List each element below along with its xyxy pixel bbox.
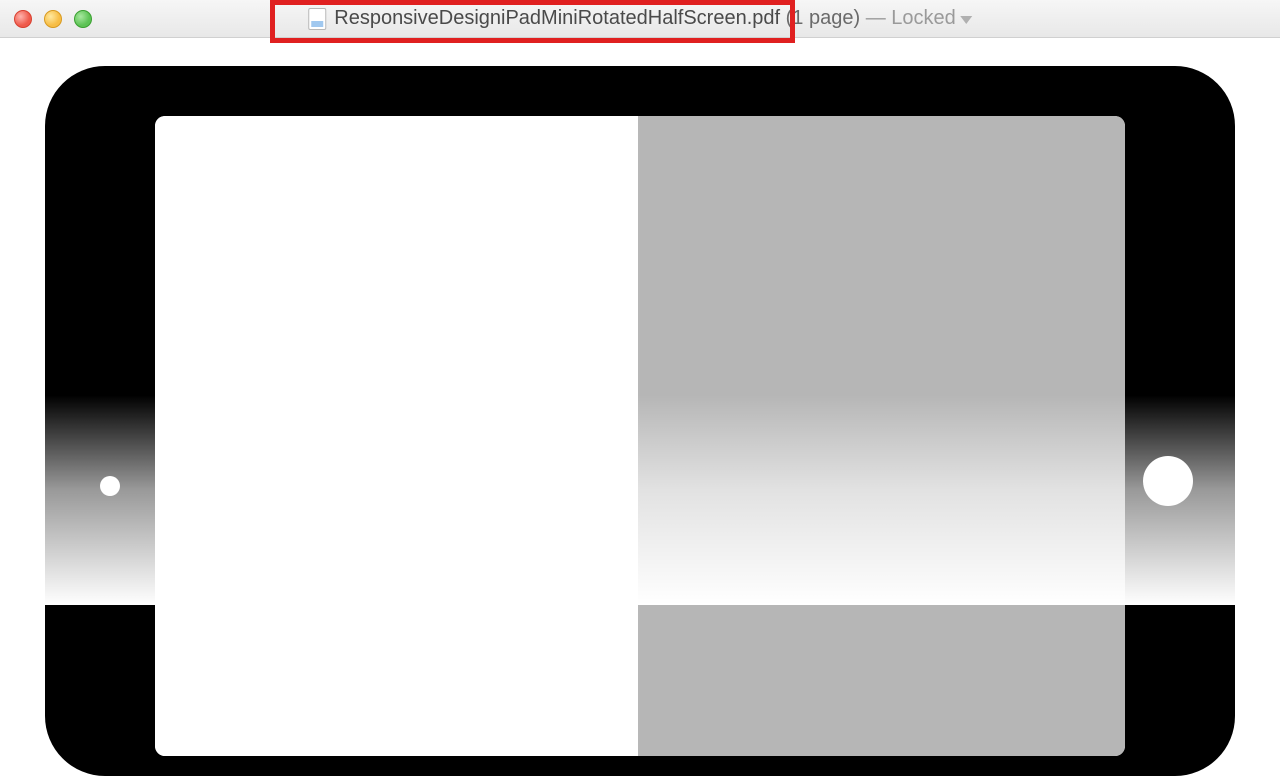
maximize-window-button[interactable]	[74, 10, 92, 28]
split-screen-left-pane	[155, 116, 640, 756]
locked-label: Locked	[891, 7, 956, 30]
chevron-down-icon	[960, 16, 972, 24]
page-count: (1 page)	[786, 7, 861, 29]
filename-extension: .pdf	[747, 7, 780, 29]
ipad-screen	[155, 116, 1125, 756]
title-separator: —	[866, 7, 886, 29]
ipad-camera-icon	[100, 476, 120, 496]
traffic-lights	[0, 10, 92, 28]
ipad-home-button-icon	[1143, 456, 1193, 506]
window-title[interactable]: ResponsiveDesigniPadMiniRotatedHalfScree…	[308, 7, 972, 30]
window-titlebar: ResponsiveDesigniPadMiniRotatedHalfScree…	[0, 0, 1280, 38]
ipad-device-frame	[45, 66, 1235, 776]
filename-base: ResponsiveDesigniPadMiniRotatedHalfScree…	[334, 7, 746, 29]
minimize-window-button[interactable]	[44, 10, 62, 28]
document-icon	[308, 8, 326, 30]
split-screen-right-pane	[640, 116, 1125, 756]
locked-dropdown[interactable]: Locked	[891, 7, 972, 30]
close-window-button[interactable]	[14, 10, 32, 28]
document-content-area[interactable]	[0, 38, 1280, 605]
